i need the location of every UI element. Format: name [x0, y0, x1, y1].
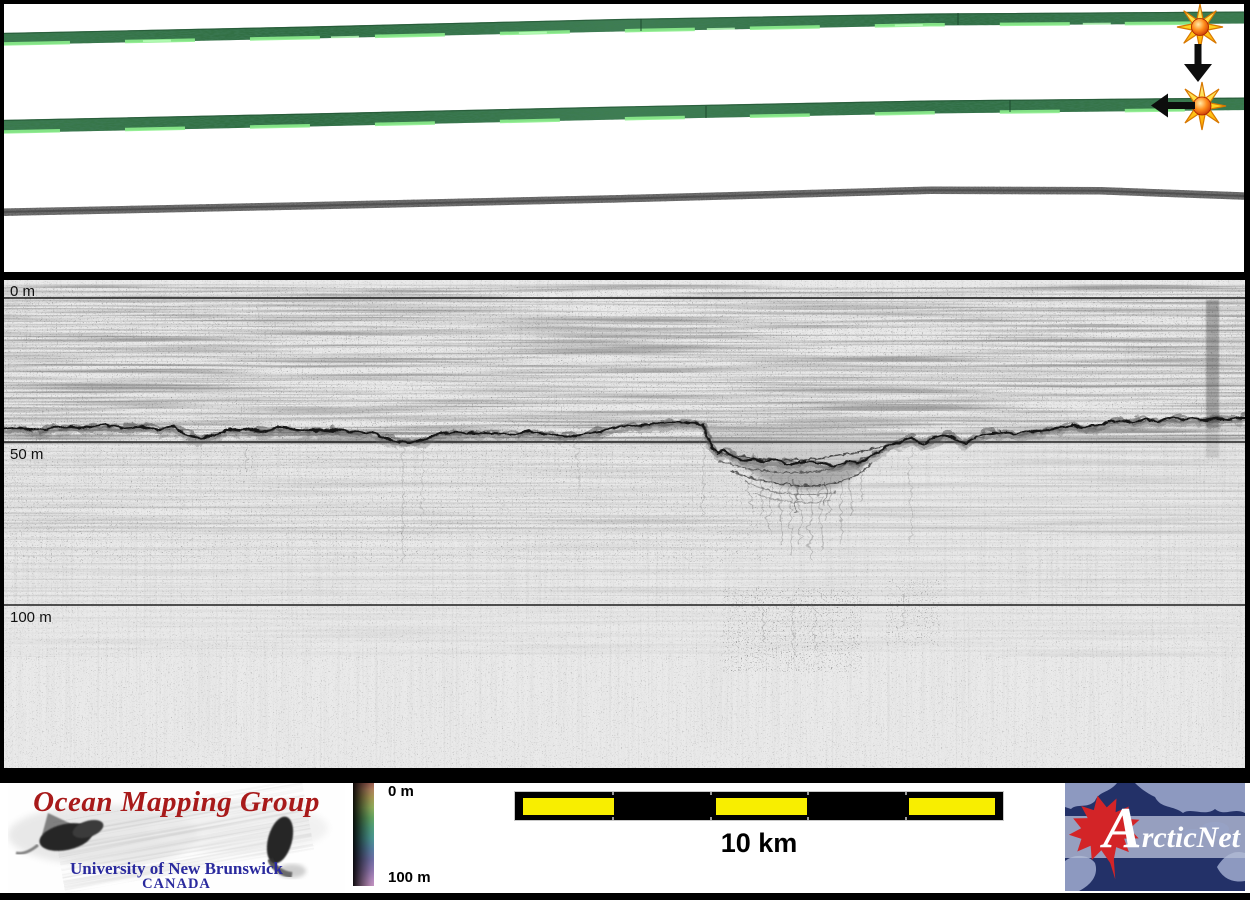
down-arrow-icon	[1184, 44, 1212, 82]
echogram-art	[4, 282, 1245, 768]
scale-bar	[514, 791, 1004, 821]
frame-border-right-top	[1244, 0, 1250, 272]
starburst-icon	[1176, 3, 1224, 51]
scale-bar-tick	[807, 792, 809, 795]
omg-logo: Ocean Mapping Group University of New Br…	[8, 783, 345, 893]
frame-border-left-top	[0, 0, 4, 272]
omg-country: CANADA	[142, 876, 211, 892]
arcticnet-brand: ArcticNet	[1103, 795, 1240, 860]
scale-bar-segment	[716, 798, 807, 815]
scale-bar-tick	[612, 792, 614, 795]
figure-frame: 0 m 50 m 100 m Ocean Mapping Group Unive…	[0, 0, 1250, 900]
deep-scatter-patch	[735, 595, 850, 665]
frame-border-left-echo	[0, 280, 4, 768]
footer-bar: Ocean Mapping Group University of New Br…	[0, 768, 1250, 900]
scale-bar-tick	[710, 817, 712, 820]
multibeam-track-strip-2	[0, 97, 1250, 134]
multibeam-track-strip-1	[0, 11, 1250, 46]
figure-art	[0, 3, 1250, 768]
frame-border-right-echo	[1245, 280, 1250, 768]
scale-bar-tick	[905, 817, 907, 820]
scale-bar-tick	[807, 817, 809, 820]
scale-bar-label: 10 km	[720, 828, 798, 858]
depth-colorbar	[353, 783, 374, 886]
scale-bar-segment	[909, 798, 995, 815]
left-arrow-icon	[1151, 93, 1195, 118]
omg-title: Ocean Mapping Group	[33, 786, 320, 818]
depth-label-0m: 0 m	[10, 283, 36, 300]
colorbar-bottom-label: 100 m	[388, 869, 431, 886]
frame-border-top	[0, 0, 1250, 4]
echo-artifact-column	[1206, 300, 1219, 428]
panel-divider	[0, 272, 1250, 280]
depth-label-100m: 100 m	[10, 609, 52, 626]
scale-bar-tick	[612, 817, 614, 820]
scale-bar-tick	[905, 792, 907, 795]
arcticnet-logo: ArcticNet	[1065, 783, 1245, 891]
scale-bar-segment	[523, 798, 614, 815]
depth-label-50m: 50 m	[10, 446, 44, 463]
singlebeam-track-strip-3	[0, 186, 1250, 216]
scale-bar-tick	[710, 792, 712, 795]
colorbar-top-label: 0 m	[388, 783, 414, 800]
